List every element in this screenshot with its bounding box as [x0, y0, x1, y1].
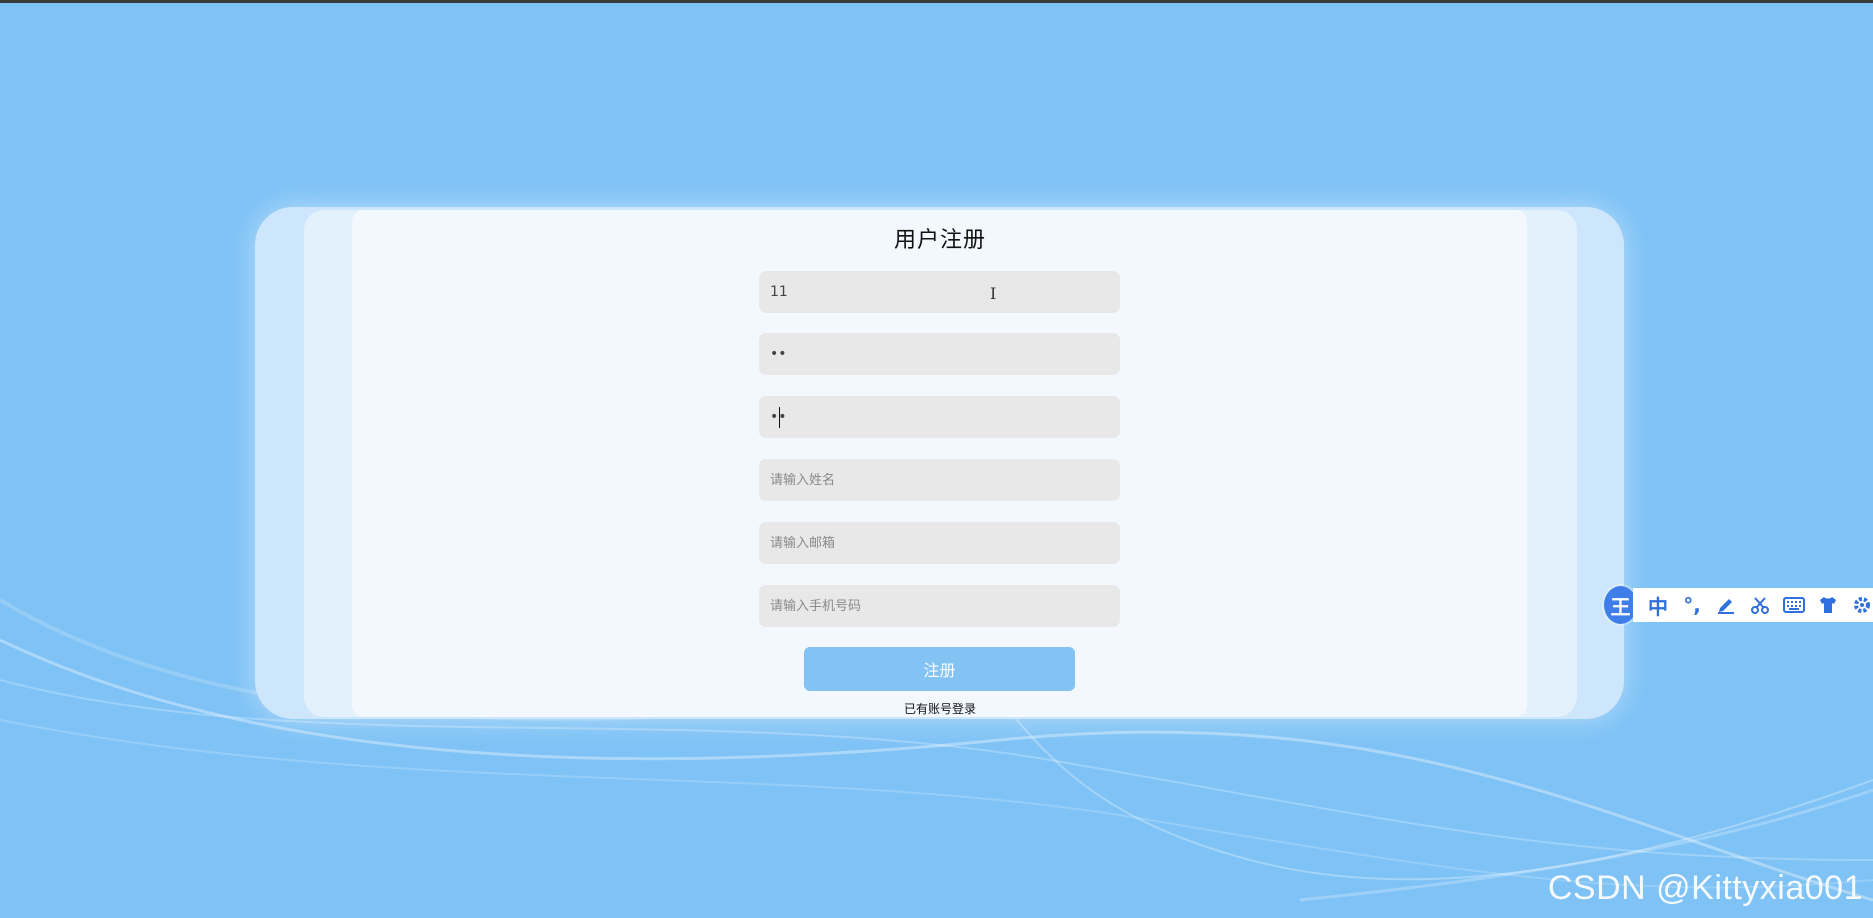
- shirt-icon[interactable]: [1817, 595, 1839, 615]
- text-cursor-icon: I: [990, 284, 997, 303]
- username-input[interactable]: [759, 271, 1120, 313]
- confirm-password-input[interactable]: [759, 396, 1120, 438]
- pen-icon[interactable]: [1715, 595, 1737, 615]
- punctuation-icon[interactable]: °,: [1681, 593, 1703, 617]
- gear-icon[interactable]: [1851, 595, 1873, 615]
- password-input[interactable]: [759, 333, 1120, 375]
- phone-input[interactable]: [759, 585, 1120, 627]
- register-button[interactable]: 注册: [804, 647, 1075, 691]
- login-link[interactable]: 已有账号登录: [0, 700, 1873, 717]
- scissors-icon[interactable]: [1749, 595, 1771, 615]
- keyboard-icon[interactable]: [1783, 596, 1805, 614]
- text-caret: [779, 407, 780, 428]
- page-title: 用户注册: [893, 228, 986, 253]
- chinese-mode-icon[interactable]: 中: [1647, 591, 1669, 620]
- name-input[interactable]: [759, 459, 1120, 501]
- watermark: CSDN @Kittyxia001: [1547, 869, 1863, 907]
- ime-toolbar-bar: 中 °,: [1633, 588, 1873, 622]
- ime-toolbar: 王 中 °,: [1604, 586, 1873, 624]
- email-input[interactable]: [759, 522, 1120, 564]
